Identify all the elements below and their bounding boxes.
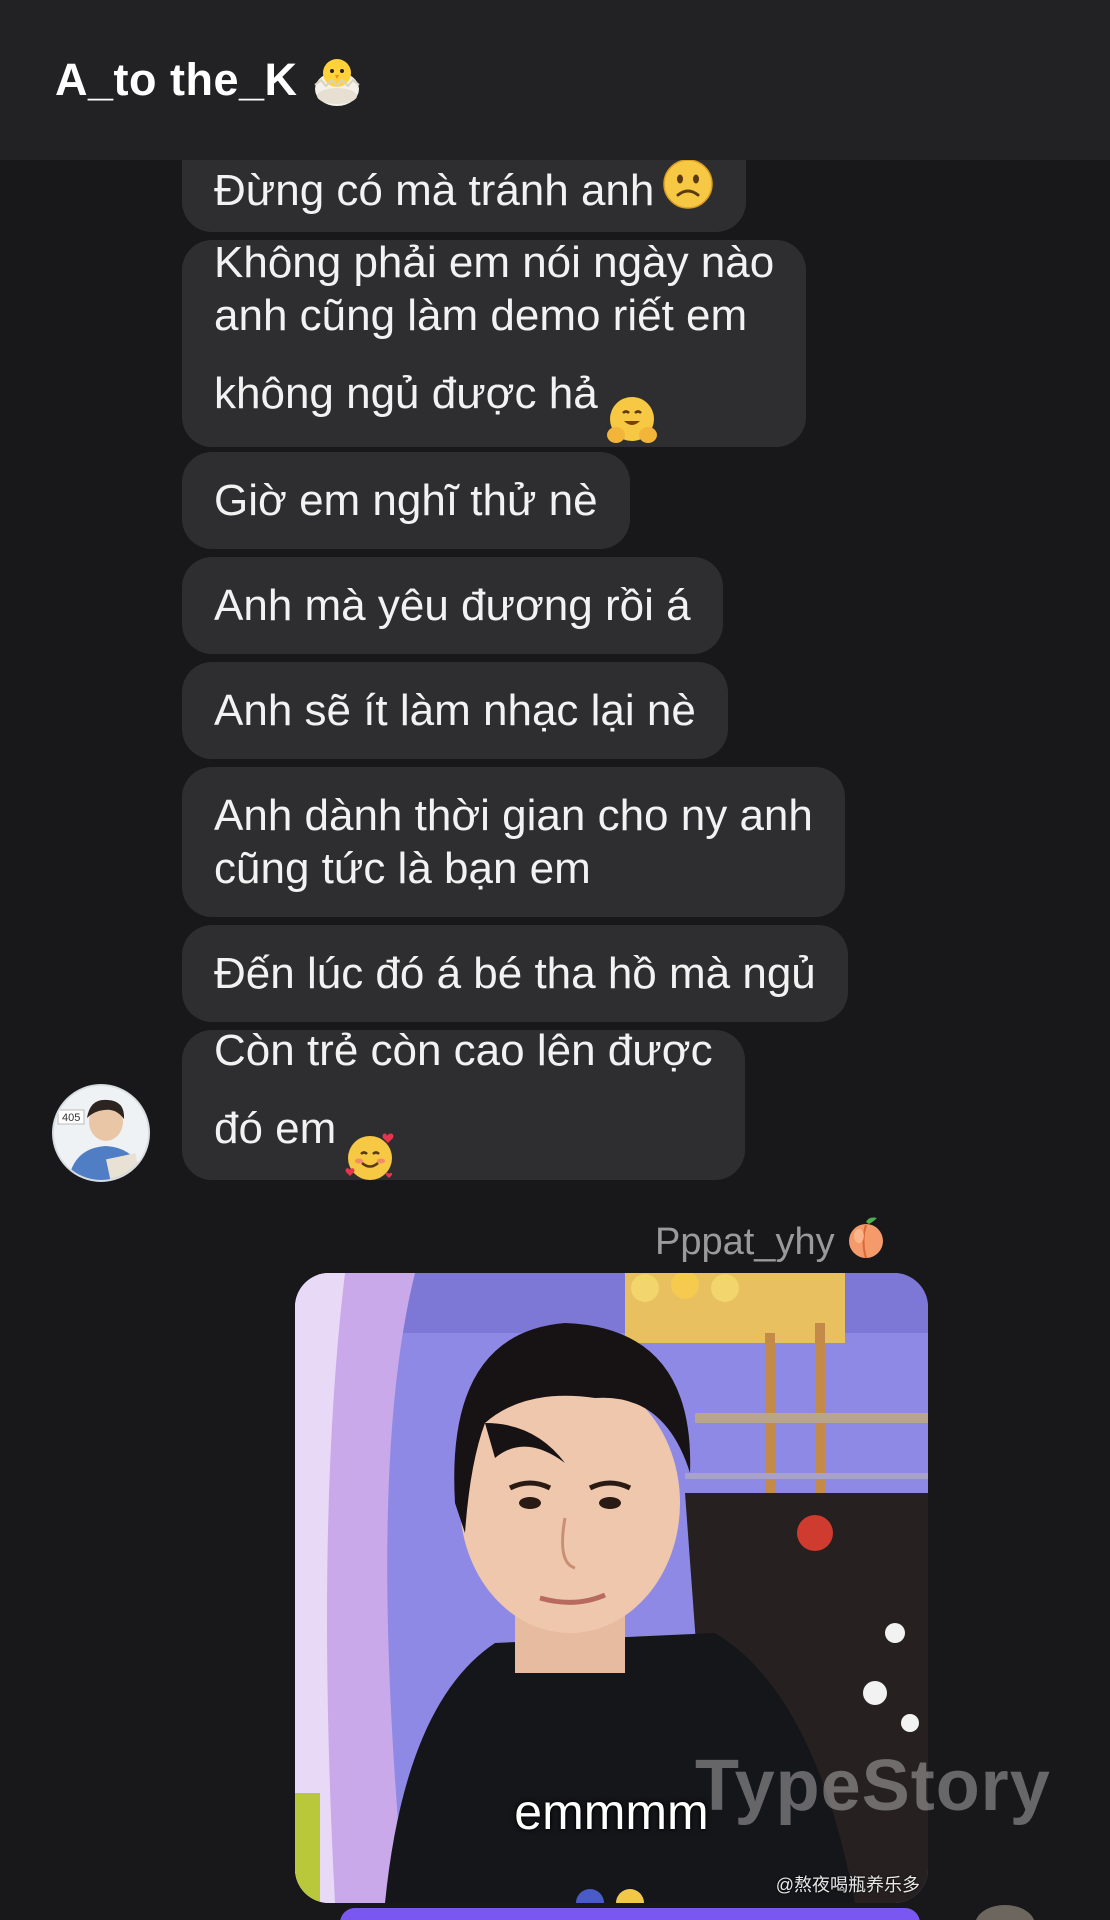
- message-text-content: Còn trẻ còn cao lên được đó em: [214, 1026, 713, 1154]
- chat-title[interactable]: A_to the_K: [55, 54, 298, 106]
- photo-credit: @熬夜喝瓶养乐多: [775, 1875, 920, 1895]
- message-bubble[interactable]: Còn trẻ còn cao lên được đó em: [182, 1026, 745, 1180]
- message-bubble[interactable]: Giờ em nghĩ thử nè: [182, 452, 630, 549]
- hatching-chick-icon: [308, 51, 366, 109]
- slightly-frowning-face-icon: [662, 158, 714, 222]
- message-text: Giờ em nghĩ thử nè: [214, 476, 598, 525]
- message-bubble[interactable]: Anh mà yêu đương rồi á: [182, 557, 723, 654]
- message-bubble[interactable]: Không phải em nói ngày nào anh cũng làm …: [182, 238, 807, 447]
- message-text: Anh sẽ ít làm nhạc lại nè: [214, 686, 696, 735]
- message-text: Đến lúc đó á bé tha hồ mà ngủ: [214, 949, 816, 998]
- message-text: Anh dành thời gian cho ny anh cũng tức l…: [214, 791, 813, 893]
- avatar[interactable]: 405: [52, 1084, 150, 1182]
- message-text-content: Không phải em nói ngày nào anh cũng làm …: [214, 238, 775, 419]
- message-text: Đừng có mà tránh anh: [214, 165, 655, 215]
- sender-name[interactable]: Pppat_yhy: [655, 1221, 835, 1264]
- message-text: Còn trẻ còn cao lên được đó em: [214, 1024, 713, 1186]
- chat-header: A_to the_K: [0, 0, 1110, 160]
- reply-sender: Pppat_yhy: [655, 1214, 889, 1270]
- message-text: Không phải em nói ngày nào anh cũng làm …: [214, 236, 774, 451]
- message-bubble[interactable]: Anh dành thời gian cho ny anh cũng tức l…: [182, 767, 845, 917]
- reply-avatar[interactable]: [975, 1905, 1035, 1920]
- message-bubble[interactable]: Đến lúc đó á bé tha hồ mà ngủ: [182, 925, 848, 1022]
- peach-icon: [843, 1214, 889, 1270]
- watermark: TypeStory: [695, 1746, 1051, 1826]
- smiling-face-with-hearts-icon: [342, 1077, 398, 1186]
- hugging-face-icon: [604, 342, 660, 451]
- message-bubble[interactable]: Anh sẽ ít làm nhạc lại nè: [182, 662, 728, 759]
- message-text: Anh mà yêu đương rồi á: [214, 581, 691, 630]
- next-message-bubble[interactable]: [340, 1908, 920, 1920]
- avatar-badge: 405: [62, 1112, 80, 1124]
